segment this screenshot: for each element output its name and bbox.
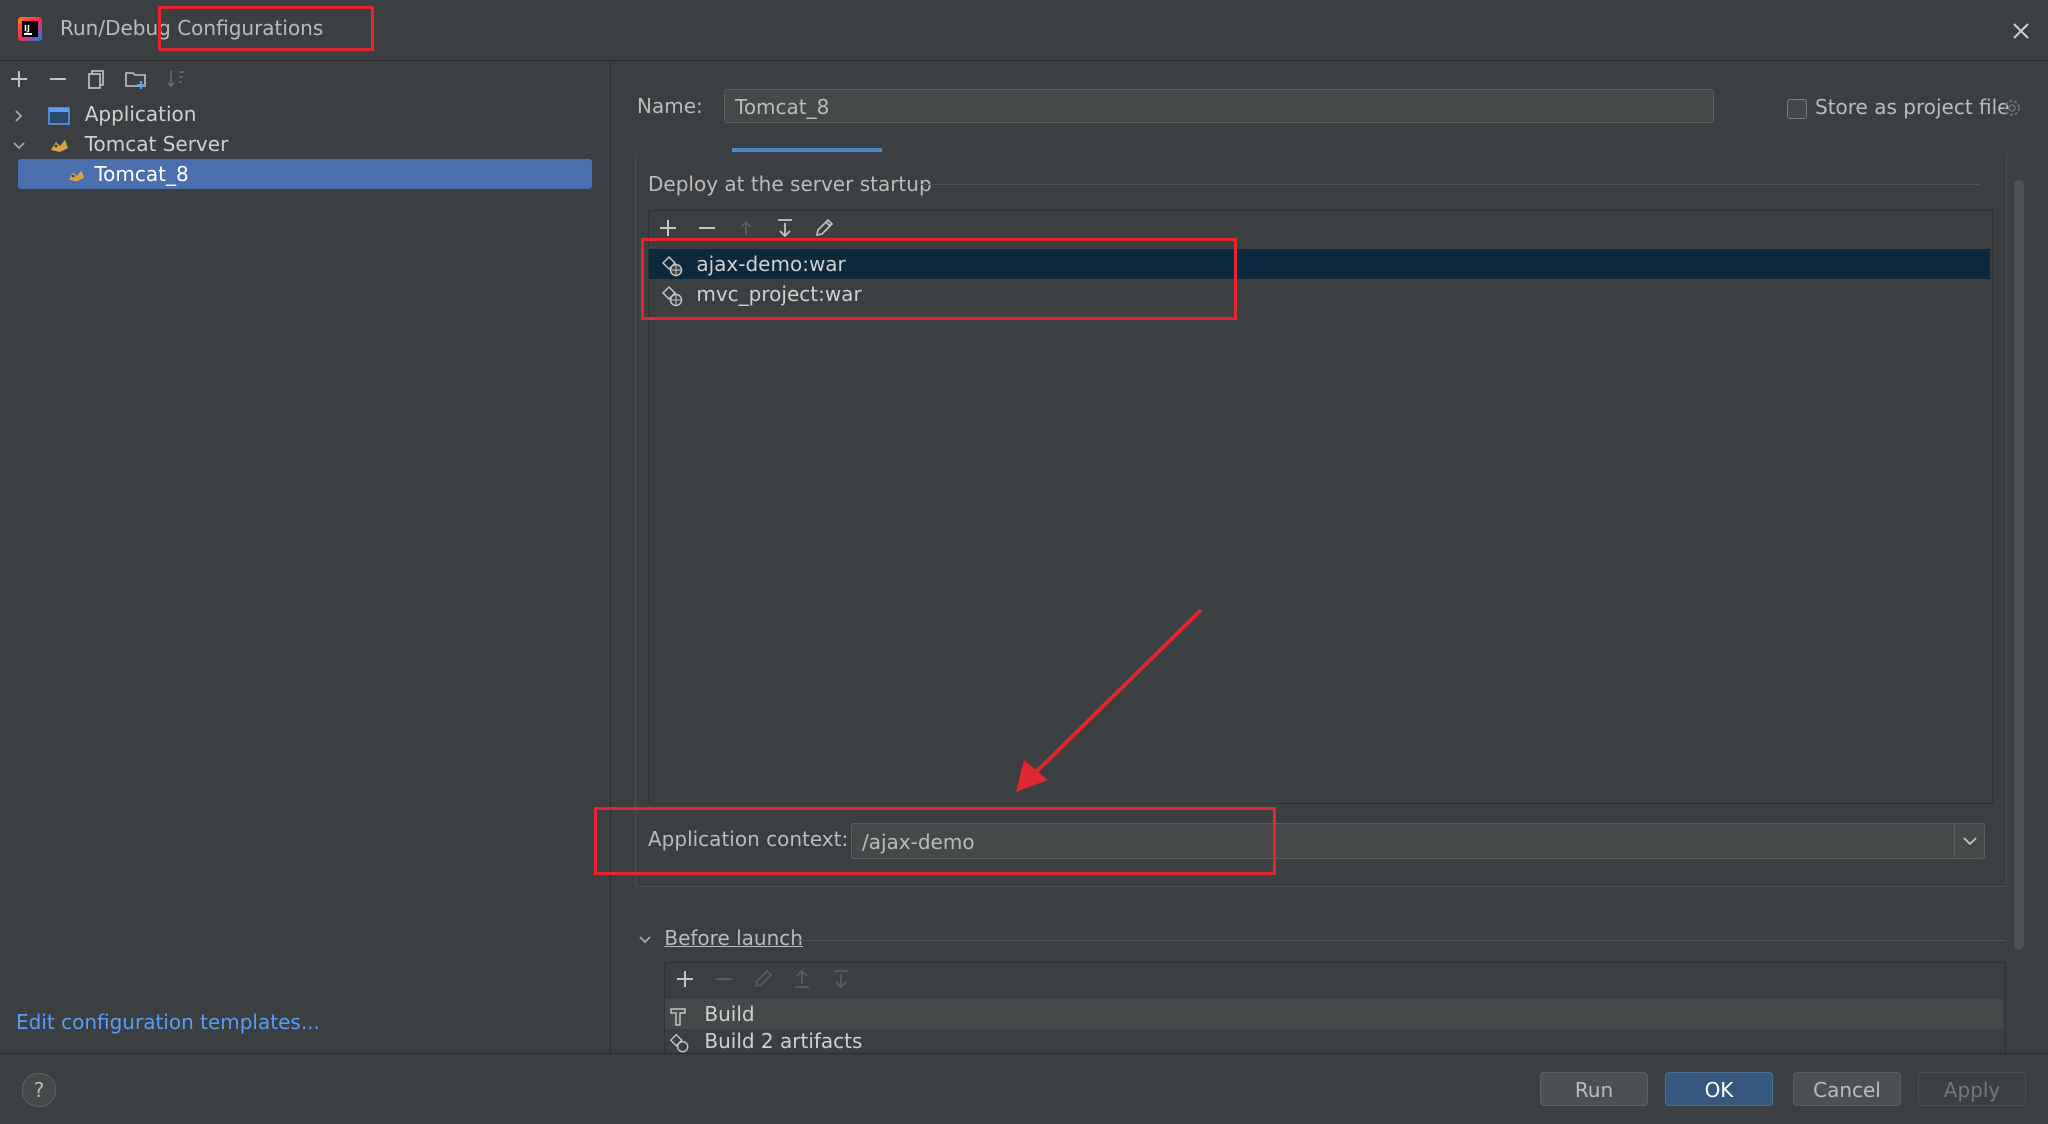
add-icon[interactable]	[672, 966, 698, 992]
vertical-scrollbar[interactable]	[2014, 180, 2024, 950]
tree-item-tomcat-server[interactable]: Tomcat Server	[10, 129, 228, 159]
chevron-down-icon[interactable]	[1954, 824, 1985, 858]
annotation-box	[158, 6, 374, 51]
before-launch-label: Build	[704, 1002, 755, 1026]
tree-item-label: Tomcat Server	[84, 132, 229, 156]
application-icon	[48, 106, 72, 126]
add-icon[interactable]	[6, 66, 32, 92]
tree-item-label: Application	[84, 102, 197, 126]
build-artifacts-icon	[668, 1032, 692, 1054]
move-down-icon[interactable]	[828, 966, 854, 992]
chevron-right-icon[interactable]	[10, 107, 28, 125]
annotation-box	[641, 238, 1237, 320]
tree-item-label: Tomcat_8	[94, 162, 189, 186]
ok-button[interactable]: OK	[1665, 1072, 1773, 1106]
edit-pencil-icon[interactable]	[750, 966, 776, 992]
before-launch-title: Before launch	[664, 926, 803, 950]
section-divider	[796, 940, 2006, 941]
annotation-box	[594, 807, 1276, 875]
remove-icon[interactable]	[45, 66, 71, 92]
copy-icon[interactable]	[84, 66, 110, 92]
tree-item-tomcat-8[interactable]: Tomcat_8	[66, 159, 189, 189]
run-button[interactable]: Run	[1540, 1072, 1648, 1106]
before-launch-label: Build 2 artifacts	[704, 1029, 863, 1053]
close-icon[interactable]	[2006, 16, 2036, 46]
annotation-arrow	[1000, 600, 1220, 800]
store-as-project-file-label[interactable]: Store as project file	[1815, 95, 2009, 119]
store-as-project-file-checkbox[interactable]	[1787, 99, 1807, 119]
chevron-down-icon[interactable]	[636, 931, 654, 949]
configuration-tree-panel	[0, 61, 611, 1053]
name-label: Name:	[637, 94, 703, 118]
before-launch-item[interactable]: Build 2 artifacts	[668, 1029, 862, 1053]
edit-templates-link[interactable]: Edit configuration templates...	[16, 1010, 320, 1034]
svg-text:IJ: IJ	[24, 24, 30, 33]
remove-icon[interactable]	[711, 966, 737, 992]
before-launch-item[interactable]: Build	[668, 999, 755, 1029]
chevron-down-icon[interactable]	[10, 137, 28, 155]
intellij-logo-icon: IJ	[16, 15, 46, 45]
before-launch-toggle[interactable]: Before launch	[636, 926, 803, 950]
new-folder-icon[interactable]	[123, 66, 149, 92]
help-button[interactable]: ?	[22, 1073, 56, 1107]
sort-icon[interactable]	[163, 66, 189, 92]
apply-button[interactable]: Apply	[1918, 1072, 2026, 1106]
before-launch-row-highlight	[665, 999, 2003, 1029]
build-hammer-icon	[668, 1005, 692, 1027]
tree-item-application[interactable]: Application	[10, 99, 196, 129]
gear-icon[interactable]	[2000, 96, 2024, 120]
name-input[interactable]: Tomcat_8	[724, 89, 1714, 123]
deploy-section-title: Deploy at the server startup	[648, 172, 932, 196]
active-tab-indicator	[732, 148, 882, 152]
move-up-icon[interactable]	[789, 966, 815, 992]
tomcat-icon	[66, 167, 88, 185]
section-divider	[920, 184, 1980, 185]
cancel-button[interactable]: Cancel	[1793, 1072, 1901, 1106]
tomcat-icon	[48, 136, 72, 156]
